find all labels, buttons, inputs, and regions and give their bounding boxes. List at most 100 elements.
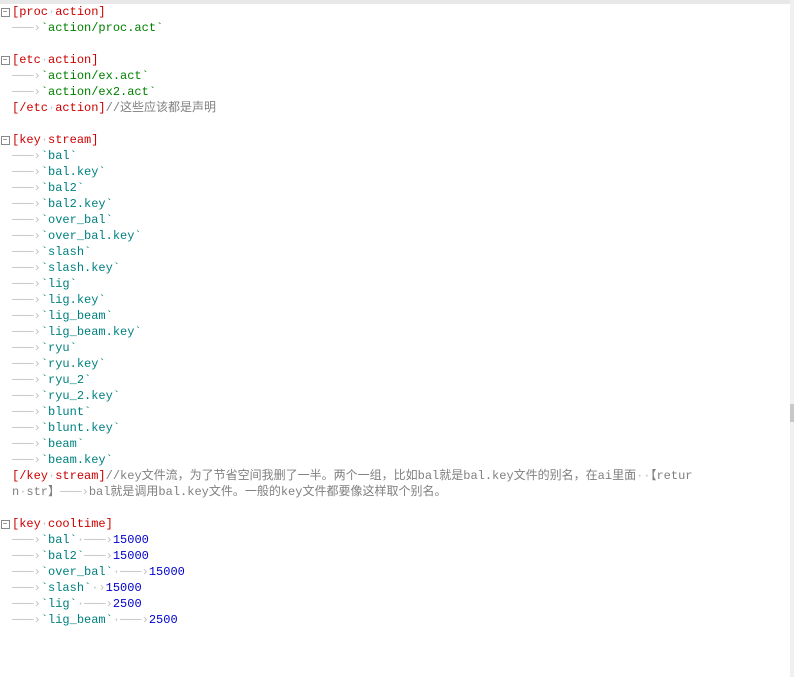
- token: `bal.key`: [41, 165, 106, 179]
- line-content: ───›`bal.key`: [10, 164, 106, 180]
- code-line[interactable]: ───›`over_bal`: [0, 212, 790, 228]
- code-line[interactable]: ───›`bal2`───›15000: [0, 548, 790, 564]
- line-content: n·str】───›bal就是调用bal.key文件。一般的key文件都要像这样…: [10, 484, 446, 500]
- token: `action/proc.act`: [41, 21, 163, 35]
- code-line[interactable]: ───›`ryu.key`: [0, 356, 790, 372]
- code-line[interactable]: ───›`over_bal`·───›15000: [0, 564, 790, 580]
- token: [proc: [12, 5, 48, 19]
- code-line[interactable]: [/key·stream]//key文件流，为了节省空间我删了一半。两个一组，比…: [0, 468, 790, 484]
- code-line[interactable]: ───›`action/proc.act`: [0, 20, 790, 36]
- code-line[interactable]: [/etc·action]//这些应该都是声明: [0, 100, 790, 116]
- code-line[interactable]: ───›`blunt.key`: [0, 420, 790, 436]
- code-line[interactable]: ───›`slash.key`: [0, 260, 790, 276]
- code-line[interactable]: ───›`over_bal.key`: [0, 228, 790, 244]
- code-line[interactable]: −[key·stream]: [0, 132, 790, 148]
- token: ───›: [12, 181, 41, 195]
- code-line[interactable]: ───›`beam.key`: [0, 452, 790, 468]
- token: ·›: [91, 581, 105, 595]
- code-line[interactable]: ───›`blunt`: [0, 404, 790, 420]
- code-line[interactable]: ───›`slash`: [0, 244, 790, 260]
- code-line[interactable]: ───›`ryu_2`: [0, 372, 790, 388]
- token: ───›: [12, 341, 41, 355]
- token: ───›: [12, 229, 41, 243]
- fold-minus-icon[interactable]: −: [1, 8, 10, 17]
- token: `lig.key`: [41, 293, 106, 307]
- fold-gutter[interactable]: −: [0, 520, 10, 529]
- token: stream]: [55, 469, 105, 483]
- line-content: ───›`action/ex2.act`: [10, 84, 156, 100]
- token: //这些应该都是声明: [106, 101, 216, 115]
- code-line[interactable]: ───›`lig_beam`·───›2500: [0, 612, 790, 628]
- code-line[interactable]: [0, 36, 790, 52]
- line-content: [key·cooltime]: [10, 516, 113, 532]
- token: ───›: [12, 293, 41, 307]
- code-line[interactable]: ───›`ryu`: [0, 340, 790, 356]
- code-line[interactable]: ───›`bal2`: [0, 180, 790, 196]
- line-content: ───›`bal`·───›15000: [10, 532, 149, 548]
- line-content: ───›`lig_beam.key`: [10, 324, 142, 340]
- code-line[interactable]: ───›`action/ex2.act`: [0, 84, 790, 100]
- code-editor[interactable]: −[proc·action]───›`action/proc.act`−[etc…: [0, 4, 790, 681]
- code-line[interactable]: ───›`slash`·›15000: [0, 580, 790, 596]
- token: ·───›: [113, 565, 149, 579]
- code-line[interactable]: ───›`bal`: [0, 148, 790, 164]
- token: 2500: [149, 613, 178, 627]
- token: action]: [55, 5, 105, 19]
- token: ───›: [84, 549, 113, 563]
- code-line[interactable]: n·str】───›bal就是调用bal.key文件。一般的key文件都要像这样…: [0, 484, 790, 500]
- token: ───›: [12, 405, 41, 419]
- token: `over_bal`: [41, 213, 113, 227]
- token: `bal`: [41, 533, 77, 547]
- token: ───›: [12, 597, 41, 611]
- line-content: ───›`ryu.key`: [10, 356, 106, 372]
- code-line[interactable]: −[proc·action]: [0, 4, 790, 20]
- code-line[interactable]: ───›`ryu_2.key`: [0, 388, 790, 404]
- token: `lig_beam.key`: [41, 325, 142, 339]
- code-line[interactable]: ───›`lig_beam`: [0, 308, 790, 324]
- token: ───›: [12, 277, 41, 291]
- code-line[interactable]: [0, 116, 790, 132]
- token: action]: [55, 101, 105, 115]
- code-line[interactable]: ───›`lig.key`: [0, 292, 790, 308]
- token: ·: [41, 133, 48, 147]
- code-line[interactable]: ───›`bal.key`: [0, 164, 790, 180]
- code-line[interactable]: ───›`lig_beam.key`: [0, 324, 790, 340]
- vertical-scrollbar-marker[interactable]: [790, 404, 794, 422]
- code-line[interactable]: ───›`bal`·───›15000: [0, 532, 790, 548]
- code-line[interactable]: −[etc·action]: [0, 52, 790, 68]
- token: ·: [41, 517, 48, 531]
- token: ───›: [12, 21, 41, 35]
- token: ───›: [12, 165, 41, 179]
- code-line[interactable]: ───›`action/ex.act`: [0, 68, 790, 84]
- token: ───›: [12, 325, 41, 339]
- token: [/key: [12, 469, 48, 483]
- line-content: [etc·action]: [10, 52, 98, 68]
- fold-gutter[interactable]: −: [0, 8, 10, 17]
- token: `bal2`: [41, 549, 84, 563]
- fold-minus-icon[interactable]: −: [1, 520, 10, 529]
- code-line[interactable]: ───›`lig`·───›2500: [0, 596, 790, 612]
- line-content: ───›`slash`: [10, 244, 91, 260]
- line-content: ───›`beam.key`: [10, 452, 113, 468]
- code-line[interactable]: −[key·cooltime]: [0, 516, 790, 532]
- code-line[interactable]: ───›`bal2.key`: [0, 196, 790, 212]
- token: ───›: [12, 613, 41, 627]
- line-content: ───›`slash`·›15000: [10, 580, 142, 596]
- line-content: ───›`lig`: [10, 276, 77, 292]
- code-line[interactable]: ───›`lig`: [0, 276, 790, 292]
- fold-minus-icon[interactable]: −: [1, 136, 10, 145]
- token: [etc: [12, 53, 41, 67]
- token: 2500: [113, 597, 142, 611]
- fold-minus-icon[interactable]: −: [1, 56, 10, 65]
- code-line[interactable]: [0, 500, 790, 516]
- token: `lig`: [41, 597, 77, 611]
- vertical-scrollbar-track[interactable]: [790, 0, 794, 677]
- fold-gutter[interactable]: −: [0, 136, 10, 145]
- token: ───›: [12, 549, 41, 563]
- token: 【retur: [650, 469, 692, 483]
- token: ───›: [12, 389, 41, 403]
- code-line[interactable]: ───›`beam`: [0, 436, 790, 452]
- fold-gutter[interactable]: −: [0, 56, 10, 65]
- token: ·───›: [113, 613, 149, 627]
- token: `over_bal`: [41, 565, 113, 579]
